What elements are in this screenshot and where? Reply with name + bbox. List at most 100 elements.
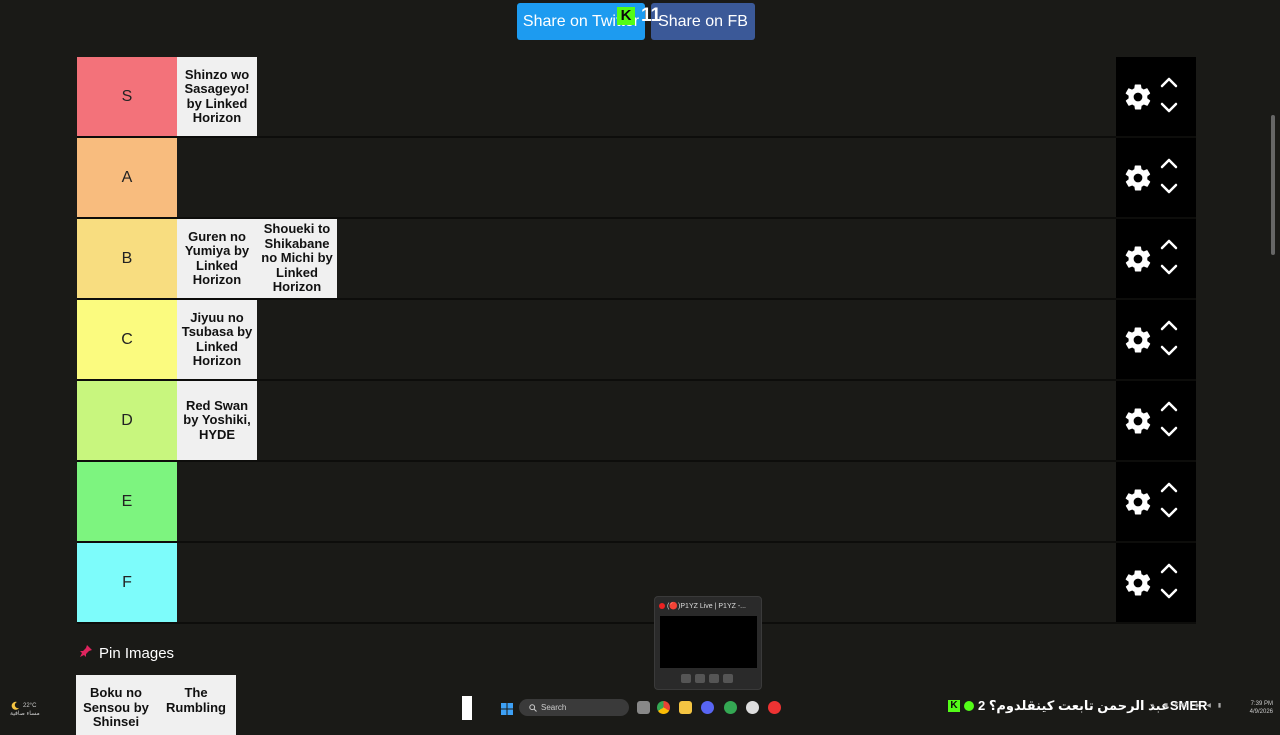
chevron-up-icon[interactable] xyxy=(1160,237,1178,255)
gear-icon[interactable] xyxy=(1118,568,1158,598)
tier-item-card[interactable]: Shinzo wo Sasageyo! by Linked Horizon xyxy=(177,57,257,136)
volume-icon: ◀ xyxy=(1162,703,1168,709)
preview-controls xyxy=(681,674,733,683)
tier-drop-zone[interactable] xyxy=(177,543,1116,622)
tier-controls xyxy=(1116,543,1196,622)
chevron-up-icon[interactable] xyxy=(1160,156,1178,174)
battery-icon: ▮ xyxy=(1217,703,1222,709)
tier-row: E xyxy=(77,462,1196,543)
tier-label[interactable]: D xyxy=(77,381,177,460)
tier-item-card[interactable]: Guren no Yumiya by Linked Horizon xyxy=(177,219,257,298)
tier-item-label: Shinzo wo Sasageyo! by Linked Horizon xyxy=(184,66,250,125)
tier-item-label: Shoueki to Shikabane no Michi by Linked … xyxy=(261,221,333,295)
speaker-icon: ◀ xyxy=(1206,703,1211,709)
tier-label[interactable]: B xyxy=(77,219,177,298)
tier-label[interactable]: S xyxy=(77,57,177,136)
mic-icon[interactable] xyxy=(695,674,705,683)
chevron-down-icon[interactable] xyxy=(1160,182,1178,200)
taskbar: 22°C مساء صافية Search K عبد الرحمن تابع… xyxy=(0,696,1280,720)
chevron-up-icon[interactable] xyxy=(1160,75,1178,93)
tier-row: D Red Swan by Yoshiki, HYDE xyxy=(77,381,1196,462)
preview-title: (🔴)P1YZ Live | P1YZ -... xyxy=(659,602,746,610)
gear-icon[interactable] xyxy=(1118,406,1158,436)
pin-images-label: Pin Images xyxy=(99,644,175,662)
kick-small-icon: K xyxy=(948,700,960,712)
tier-label[interactable]: A xyxy=(77,138,177,217)
search-icon xyxy=(529,703,537,712)
hangup-icon[interactable] xyxy=(723,674,733,683)
taskbar-search[interactable]: Search xyxy=(519,699,629,716)
chrome-icon[interactable] xyxy=(657,701,670,714)
tier-drop-zone[interactable]: Shinzo wo Sasageyo! by Linked Horizon xyxy=(177,57,1116,136)
gear-icon[interactable] xyxy=(1118,325,1158,355)
page-scrollbar[interactable] xyxy=(1271,115,1275,255)
tier-controls xyxy=(1116,381,1196,460)
chevron-down-icon[interactable] xyxy=(1160,587,1178,605)
tier-label[interactable]: E xyxy=(77,462,177,541)
pin-images-heading: Pin Images xyxy=(79,644,174,662)
kick-logo-icon: K xyxy=(617,7,635,25)
tier-controls xyxy=(1116,57,1196,136)
chevron-up-icon[interactable] xyxy=(1160,399,1178,417)
settings-app-icon[interactable] xyxy=(746,701,759,714)
tier-controls xyxy=(1116,138,1196,217)
headset-icon[interactable] xyxy=(709,674,719,683)
tier-drop-zone[interactable]: Red Swan by Yoshiki, HYDE xyxy=(177,381,1116,460)
tier-controls xyxy=(1116,462,1196,541)
tier-row: S Shinzo wo Sasageyo! by Linked Horizon xyxy=(77,57,1196,138)
preview-thumbnail xyxy=(660,616,757,668)
tier-label[interactable]: C xyxy=(77,300,177,379)
browser-icon[interactable] xyxy=(724,701,737,714)
kick-count: 11 xyxy=(641,5,662,26)
chevron-down-icon[interactable] xyxy=(1160,506,1178,524)
system-tray[interactable]: ▲ ◀ ENG ◆ ◀ ▮ xyxy=(1150,702,1222,710)
chevron-up-icon[interactable] xyxy=(1160,480,1178,498)
tier-controls xyxy=(1116,219,1196,298)
app-icon[interactable] xyxy=(768,701,781,714)
tier-row: C Jiyuu no Tsubasa by Linked Horizon xyxy=(77,300,1196,381)
tier-drop-zone[interactable] xyxy=(177,462,1116,541)
tier-item-card[interactable]: Red Swan by Yoshiki, HYDE xyxy=(177,381,257,460)
weather-widget[interactable]: 22°C مساء صافية xyxy=(10,701,40,718)
tier-item-card[interactable]: Jiyuu no Tsubasa by Linked Horizon xyxy=(177,300,257,379)
tier-row: A xyxy=(77,138,1196,219)
gear-icon[interactable] xyxy=(1118,487,1158,517)
start-button[interactable] xyxy=(501,702,513,720)
tier-item-label: Guren no Yumiya by Linked Horizon xyxy=(184,228,250,287)
tier-item-card[interactable]: Shoueki to Shikabane no Michi by Linked … xyxy=(257,219,337,298)
chevron-down-icon[interactable] xyxy=(1160,263,1178,281)
tier-row: F xyxy=(77,543,1196,624)
wifi-icon: ◆ xyxy=(1194,703,1200,709)
tier-drop-zone[interactable]: Guren no Yumiya by Linked Horizon Shoueki… xyxy=(177,219,1116,298)
tier-drop-zone[interactable] xyxy=(177,138,1116,217)
tier-item-label: Red Swan by Yoshiki, HYDE xyxy=(183,397,251,442)
file-explorer-icon[interactable] xyxy=(679,701,692,714)
verified-icon xyxy=(964,701,974,711)
discord-taskbar-icon[interactable] xyxy=(701,701,714,714)
chevron-down-icon[interactable] xyxy=(1160,425,1178,443)
tier-row: B Guren no Yumiya by Linked Horizon Shouek… xyxy=(77,219,1196,300)
network-icon: ▲ xyxy=(1150,702,1156,709)
chevron-up-icon[interactable] xyxy=(1160,561,1178,579)
clock[interactable]: 7:39 PM 4/9/2026 xyxy=(1245,700,1273,716)
gear-icon[interactable] xyxy=(1118,163,1158,193)
discord-icon xyxy=(659,603,665,609)
chevron-up-icon[interactable] xyxy=(1160,318,1178,336)
gear-icon[interactable] xyxy=(1118,82,1158,112)
gear-icon[interactable] xyxy=(1118,244,1158,274)
tier-list: S Shinzo wo Sasageyo! by Linked Horizon A B… xyxy=(77,57,1196,624)
text-cursor xyxy=(462,696,472,720)
tier-controls xyxy=(1116,300,1196,379)
camera-icon[interactable] xyxy=(681,674,691,683)
kick-overlay: K 11 xyxy=(617,5,661,27)
tier-item-label: Jiyuu no Tsubasa by Linked Horizon xyxy=(181,309,253,368)
chevron-down-icon[interactable] xyxy=(1160,101,1178,119)
tier-drop-zone[interactable]: Jiyuu no Tsubasa by Linked Horizon xyxy=(177,300,1116,379)
windows-icon xyxy=(501,703,513,715)
task-view-icon[interactable] xyxy=(637,701,650,714)
chevron-down-icon[interactable] xyxy=(1160,344,1178,362)
taskbar-window-preview[interactable]: (🔴)P1YZ Live | P1YZ -... xyxy=(654,596,762,690)
share-fb-button[interactable]: Share on FB xyxy=(651,3,755,40)
language-indicator: ENG xyxy=(1174,702,1188,709)
tier-label[interactable]: F xyxy=(77,543,177,622)
